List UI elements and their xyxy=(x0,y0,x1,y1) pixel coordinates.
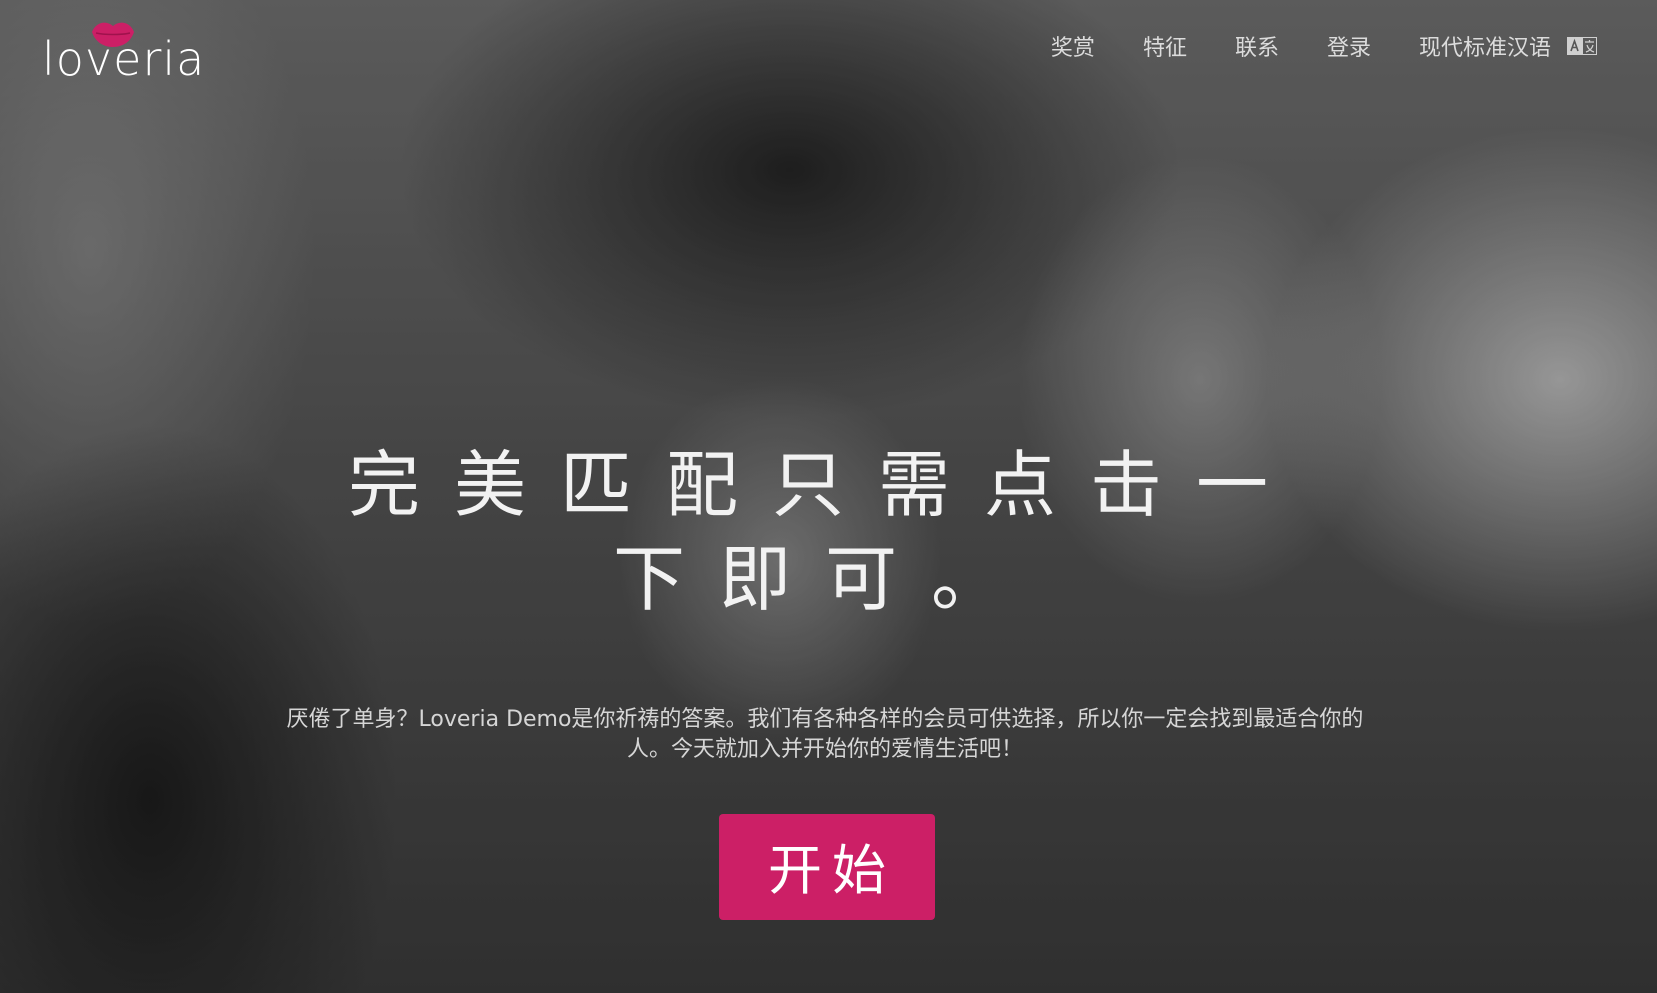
nav-item-features[interactable]: 特征 xyxy=(1143,30,1187,62)
hero-headline: 完美匹配只需点击一下即可。 xyxy=(347,443,1302,621)
landing-page: loveria 奖赏 特征 联系 登录 现代标准汉语 完美匹配只需点击一下即可。… xyxy=(0,0,1657,993)
hero-subtext: 厌倦了单身？Loveria Demo是你祈祷的答案。我们有各种各样的会员可供选择… xyxy=(286,707,1364,762)
nav-item-login[interactable]: 登录 xyxy=(1327,30,1371,62)
nav-item-rewards[interactable]: 奖赏 xyxy=(1051,30,1095,62)
brand-name: loveria xyxy=(42,32,206,86)
get-started-button[interactable]: 开始 xyxy=(719,814,935,920)
language-selector[interactable]: 现代标准汉语 xyxy=(1419,30,1551,62)
main-nav: 奖赏 特征 联系 登录 现代标准汉语 xyxy=(1003,28,1597,64)
brand-logo[interactable]: loveria xyxy=(42,18,206,88)
translate-icon[interactable] xyxy=(1567,37,1597,55)
nav-item-contact[interactable]: 联系 xyxy=(1235,30,1279,62)
